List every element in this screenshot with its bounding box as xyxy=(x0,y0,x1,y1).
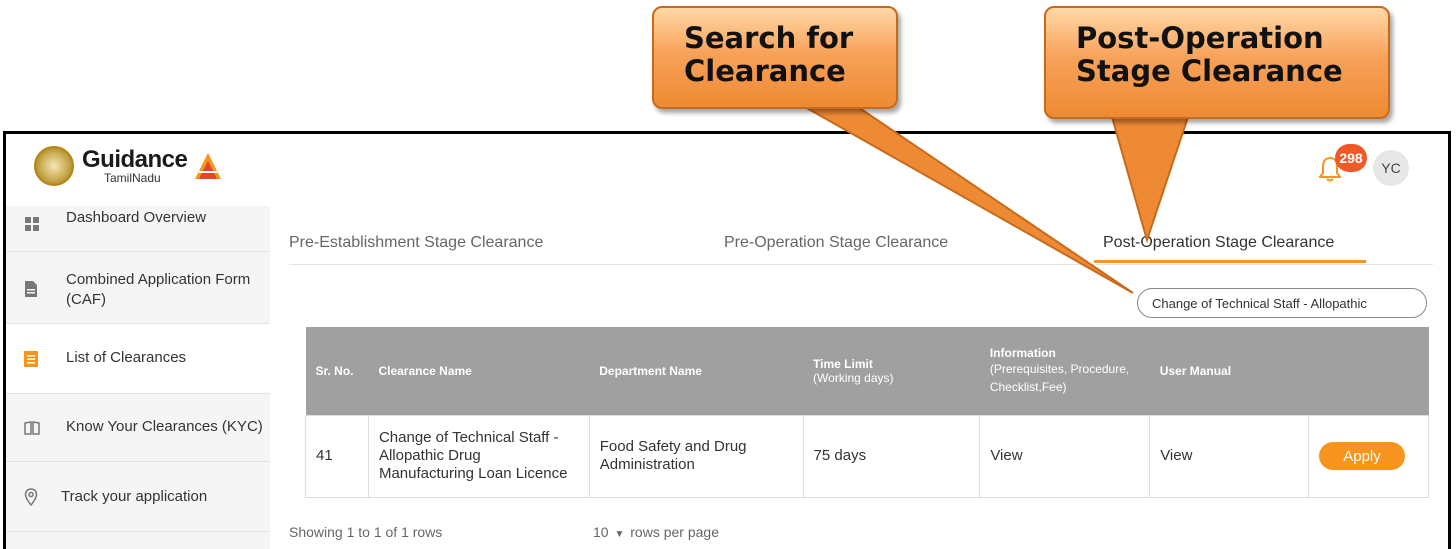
header-time-limit: Time Limit (Working days) xyxy=(803,327,980,415)
sidebar-item-label: Know Your Clearances (KYC) xyxy=(66,418,263,435)
sidebar-item-caf[interactable]: Combined Application Form (CAF) xyxy=(6,252,270,324)
tamilnadu-emblem-icon xyxy=(34,146,74,186)
header-clearance-name: Clearance Name xyxy=(368,327,590,415)
header-time-limit-sub: (Working days) xyxy=(813,370,894,385)
stage-tabs: Pre-Establishment Stage Clearance Pre-Op… xyxy=(289,206,1433,265)
header-time-limit-label: Time Limit xyxy=(813,356,873,371)
tab-post-operation[interactable]: Post-Operation Stage Clearance xyxy=(1103,234,1334,252)
grid-icon xyxy=(25,217,39,231)
post-operation-callout: Post-Operation Stage Clearance xyxy=(1044,6,1390,119)
sidebar-item-label: Track your application xyxy=(61,488,208,505)
document-icon xyxy=(25,281,37,297)
page-size-value: 10 xyxy=(593,524,609,540)
sidebar-item-track-application[interactable]: Track your application xyxy=(6,462,270,532)
app-window: Guidance TamilNadu 298 YC Dashboard Over… xyxy=(3,131,1451,549)
header-department-name: Department Name xyxy=(589,327,804,415)
table-row: 41 Change of Technical Staff - Allopathi… xyxy=(305,414,1430,498)
cell-department-name: Food Safety and Drug Administration xyxy=(588,414,804,498)
header-action xyxy=(1308,327,1429,415)
sidebar-item-list-of-clearances[interactable]: List of Clearances xyxy=(6,324,270,394)
sidebar-item-kyc[interactable]: Know Your Clearances (KYC) xyxy=(6,394,270,462)
cell-sr-no: 41 xyxy=(305,414,369,498)
apply-button[interactable]: Apply xyxy=(1318,442,1405,470)
page-size-select[interactable]: 10 ▼ rows per page xyxy=(593,524,719,540)
logo-stripes-icon xyxy=(195,153,222,179)
cell-user-manual-view-link[interactable]: View xyxy=(1149,414,1309,498)
header-information: Information (Prerequisites, Procedure, C… xyxy=(979,327,1150,415)
sidebar-item-label: List of Clearances xyxy=(66,349,187,366)
clearance-search-input[interactable] xyxy=(1137,288,1427,318)
cell-action: Apply xyxy=(1307,414,1430,498)
header-user-manual: User Manual xyxy=(1149,327,1309,415)
header-information-label: Information xyxy=(989,345,1056,360)
tab-pre-establishment[interactable]: Pre-Establishment Stage Clearance xyxy=(289,234,543,252)
top-header: Guidance TamilNadu 298 YC xyxy=(6,134,1448,206)
sidebar-item-label: Combined Application Form (CAF) xyxy=(66,271,251,308)
cell-information-view-link[interactable]: View xyxy=(979,414,1151,498)
user-avatar[interactable]: YC xyxy=(1373,150,1409,186)
active-tab-indicator xyxy=(1094,260,1366,263)
search-for-clearance-callout: Search for Clearance xyxy=(652,6,898,109)
tab-pre-operation[interactable]: Pre-Operation Stage Clearance xyxy=(724,234,948,252)
book-icon xyxy=(24,421,40,435)
cell-clearance-name: Change of Technical Staff - Allopathic D… xyxy=(367,414,590,498)
header-sr-no: Sr. No. xyxy=(305,327,369,415)
cell-time-limit: 75 days xyxy=(802,414,981,498)
list-icon xyxy=(24,351,38,367)
clearance-table: Sr. No. Clearance Name Department Name T… xyxy=(305,327,1430,498)
location-pin-icon xyxy=(24,488,38,506)
table-header-row: Sr. No. Clearance Name Department Name T… xyxy=(305,327,1429,415)
logo-title: Guidance xyxy=(82,146,188,173)
sidebar-item-label: Dashboard Overview xyxy=(66,209,207,226)
notification-count-badge: 298 xyxy=(1335,144,1367,172)
guidance-logo[interactable]: Guidance TamilNadu xyxy=(34,146,223,186)
sidebar-item-dashboard-overview[interactable]: Dashboard Overview xyxy=(6,206,270,252)
caret-down-icon: ▼ xyxy=(614,529,625,540)
pagination-info: Showing 1 to 1 of 1 rows xyxy=(289,524,443,540)
header-information-sub: (Prerequisites, Procedure, Checklist,Fee… xyxy=(989,361,1130,394)
logo-subtitle: TamilNadu xyxy=(104,171,161,185)
rows-per-page-label: rows per page xyxy=(630,524,719,540)
sidebar: Dashboard Overview Combined Application … xyxy=(6,206,270,549)
